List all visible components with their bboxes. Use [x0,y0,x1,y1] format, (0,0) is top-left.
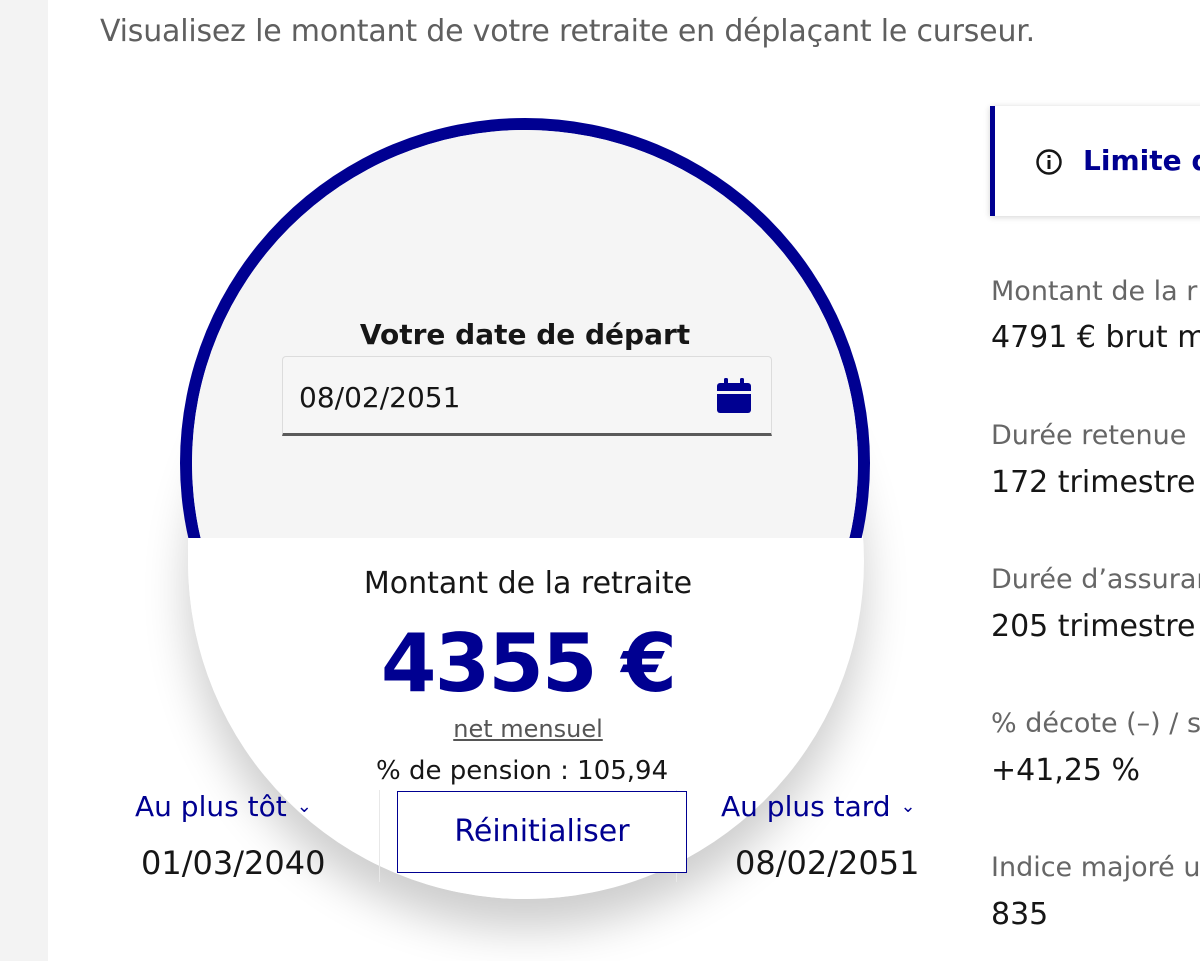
pension-rate: % de pension : 105,94 [376,756,669,786]
divider [379,790,380,882]
calendar-icon[interactable] [715,377,753,415]
earliest-date-value: 01/03/2040 [141,844,326,882]
detail-value: 4791 € brut m [991,320,1200,355]
latest-date-value: 08/02/2051 [735,844,920,882]
detail-value: +41,25 % [991,753,1141,788]
departure-date-input[interactable]: 08/02/2051 [282,356,772,436]
detail-label: Durée retenue [991,420,1187,451]
limit-notice[interactable]: Limite d’ [990,106,1200,216]
departure-date-label: Votre date de départ [359,318,691,351]
info-icon [1036,149,1062,175]
departure-date-value[interactable]: 08/02/2051 [299,381,460,414]
amount-title: Montant de la retraite [363,566,693,601]
detail-label: Indice majoré u [991,852,1200,883]
amount-value: 4355 € [380,617,677,710]
notice-title: Limite d’ [1083,144,1200,177]
detail-value: 835 [991,897,1049,932]
latest-date-label: Au plus tard [721,790,891,823]
chevron-down-icon: ⌄ [900,796,916,817]
amount-period-link[interactable]: net mensuel [0,715,1056,743]
earliest-date-dropdown[interactable]: Au plus tôt ⌄ [135,790,312,823]
detail-label: Montant de la r [991,276,1198,307]
detail-value: 172 trimestre [991,465,1196,500]
chevron-down-icon: ⌄ [296,796,312,817]
latest-date-dropdown[interactable]: Au plus tard ⌄ [721,790,916,823]
intro-text: Visualisez le montant de votre retraite … [100,14,1035,49]
earliest-date-label: Au plus tôt [135,790,287,823]
reset-button[interactable]: Réinitialiser [397,791,687,873]
detail-value: 205 trimestre [991,609,1196,644]
detail-label: Durée d’assuran [991,564,1200,595]
detail-label: % décote (–) / s [991,708,1200,739]
